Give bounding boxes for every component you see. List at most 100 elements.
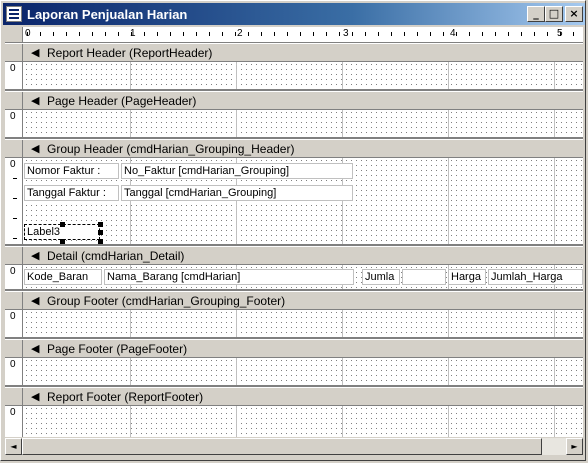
tanggal-field[interactable]: Tanggal [cmdHarian_Grouping] xyxy=(121,185,353,201)
grid-line xyxy=(130,110,131,137)
blank-field[interactable] xyxy=(402,269,446,285)
grid-line xyxy=(554,310,555,337)
section-gutter xyxy=(5,247,23,264)
band-detail[interactable]: 0 Kode_Baran Nama_Barang [cmdHarian] Jum… xyxy=(5,265,583,289)
tanggal-faktur-label[interactable]: Tanggal Faktur : xyxy=(24,185,119,201)
maximize-button[interactable]: □ xyxy=(545,6,563,22)
close-button[interactable]: × xyxy=(565,6,583,22)
grid-line xyxy=(342,110,343,137)
design-grid[interactable]: Kode_Baran Nama_Barang [cmdHarian] Jumla… xyxy=(24,265,583,289)
section-gutter xyxy=(5,140,23,157)
jumlah-field[interactable]: Jumla xyxy=(362,269,400,285)
section-report-footer[interactable]: ◀ Report Footer (ReportFooter) xyxy=(5,387,583,406)
band-group-footer[interactable]: 0 xyxy=(5,310,583,337)
ruler-tick xyxy=(144,32,145,36)
band-page-footer[interactable]: 0 xyxy=(5,358,583,385)
ruler-tick xyxy=(404,32,405,36)
vertical-ruler: 0 xyxy=(5,406,23,437)
ruler-tick xyxy=(430,32,431,36)
section-gutter xyxy=(5,92,23,109)
grid-line xyxy=(554,62,555,89)
grid-line xyxy=(130,310,131,337)
band-group-header[interactable]: 0 Nomor Faktur : No_Faktur [cmdHarian_Gr… xyxy=(5,158,583,244)
section-report-header[interactable]: ◀ Report Header (ReportHeader) xyxy=(5,43,583,62)
section-arrow-icon: ◀ xyxy=(31,342,40,355)
scroll-left-arrow-icon[interactable]: ◄ xyxy=(5,438,22,455)
section-arrow-icon: ◀ xyxy=(31,390,40,403)
grid-line xyxy=(554,110,555,137)
minimize-button[interactable]: _ xyxy=(527,6,545,22)
selection-handle[interactable] xyxy=(98,230,103,235)
selection-handle[interactable] xyxy=(60,239,65,244)
design-grid[interactable] xyxy=(24,62,583,89)
grid-line xyxy=(448,358,449,385)
vertical-ruler: 0 xyxy=(5,310,23,337)
grid-line xyxy=(448,110,449,137)
ruler-tick xyxy=(183,32,184,36)
grid-line xyxy=(236,310,237,337)
band-report-header[interactable]: 0 xyxy=(5,62,583,89)
grid-line xyxy=(130,62,131,89)
nomor-faktur-label[interactable]: Nomor Faktur : xyxy=(24,163,119,179)
ruler-tick xyxy=(40,32,41,36)
ruler-corner xyxy=(5,27,23,42)
grid-line xyxy=(130,406,131,437)
section-page-footer[interactable]: ◀ Page Footer (PageFooter) xyxy=(5,339,583,358)
kode-barang-field[interactable]: Kode_Baran xyxy=(24,269,102,285)
section-group-header[interactable]: ◀ Group Header (cmdHarian_Grouping_Heade… xyxy=(5,139,583,158)
ruler-tick xyxy=(508,32,509,36)
ruler-tick xyxy=(118,32,119,36)
ruler-tick xyxy=(105,32,106,36)
title-bar[interactable]: Laporan Penjualan Harian _ □ × xyxy=(3,3,585,25)
ruler-tick xyxy=(495,32,496,36)
vruler-tick xyxy=(13,238,17,239)
selection-handle[interactable] xyxy=(98,222,103,227)
grid-line xyxy=(448,406,449,437)
ruler-tick xyxy=(53,32,54,36)
ruler-tick xyxy=(534,32,535,36)
ruler-tick xyxy=(79,32,80,36)
harga-field[interactable]: Harga xyxy=(448,269,486,285)
horizontal-scrollbar[interactable]: ◄ ► xyxy=(5,438,583,455)
jumlah-harga-field[interactable]: Jumlah_Harga xyxy=(488,269,583,285)
vruler-zero: 0 xyxy=(10,407,16,418)
nama-barang-field[interactable]: Nama_Barang [cmdHarian] xyxy=(104,269,354,285)
ruler-tick xyxy=(248,32,249,36)
grid-line xyxy=(342,310,343,337)
section-gutter xyxy=(5,292,23,309)
section-page-header[interactable]: ◀ Page Header (PageHeader) xyxy=(5,91,583,110)
selection-handle[interactable] xyxy=(60,222,65,227)
selection-handle[interactable] xyxy=(98,239,103,244)
design-surface: ◀ Report Header (ReportHeader) 0 ◀ Page … xyxy=(5,43,583,437)
section-gutter xyxy=(5,388,23,405)
no-faktur-field[interactable]: No_Faktur [cmdHarian_Grouping] xyxy=(121,163,353,179)
section-group-footer[interactable]: ◀ Group Footer (cmdHarian_Grouping_Foote… xyxy=(5,291,583,310)
section-label: Report Header (ReportHeader) xyxy=(47,46,213,60)
grid-line xyxy=(342,358,343,385)
scroll-thumb[interactable] xyxy=(22,438,542,455)
ruler-label: 2 xyxy=(237,28,243,39)
ruler-tick xyxy=(417,32,418,36)
grid-line xyxy=(130,358,131,385)
design-grid[interactable] xyxy=(24,358,583,385)
vertical-ruler: 0 xyxy=(5,158,23,244)
ruler-tick xyxy=(131,32,132,36)
section-label: Detail (cmdHarian_Detail) xyxy=(47,249,185,263)
design-grid[interactable] xyxy=(24,406,583,437)
vruler-zero: 0 xyxy=(10,63,16,74)
scroll-right-arrow-icon[interactable]: ► xyxy=(566,438,583,455)
ruler-tick xyxy=(443,32,444,36)
design-grid[interactable] xyxy=(24,310,583,337)
band-page-header[interactable]: 0 xyxy=(5,110,583,137)
section-detail[interactable]: ◀ Detail (cmdHarian_Detail) xyxy=(5,246,583,265)
design-grid[interactable]: Nomor Faktur : No_Faktur [cmdHarian_Grou… xyxy=(24,158,583,244)
ruler-tick xyxy=(339,32,340,36)
ruler-tick xyxy=(482,32,483,36)
section-label: Report Footer (ReportFooter) xyxy=(47,390,204,404)
ruler-tick xyxy=(521,32,522,36)
section-gutter xyxy=(5,340,23,357)
design-grid[interactable] xyxy=(24,110,583,137)
ruler-tick xyxy=(222,32,223,36)
band-report-footer[interactable]: 0 xyxy=(5,406,583,437)
vruler-zero: 0 xyxy=(10,311,16,322)
